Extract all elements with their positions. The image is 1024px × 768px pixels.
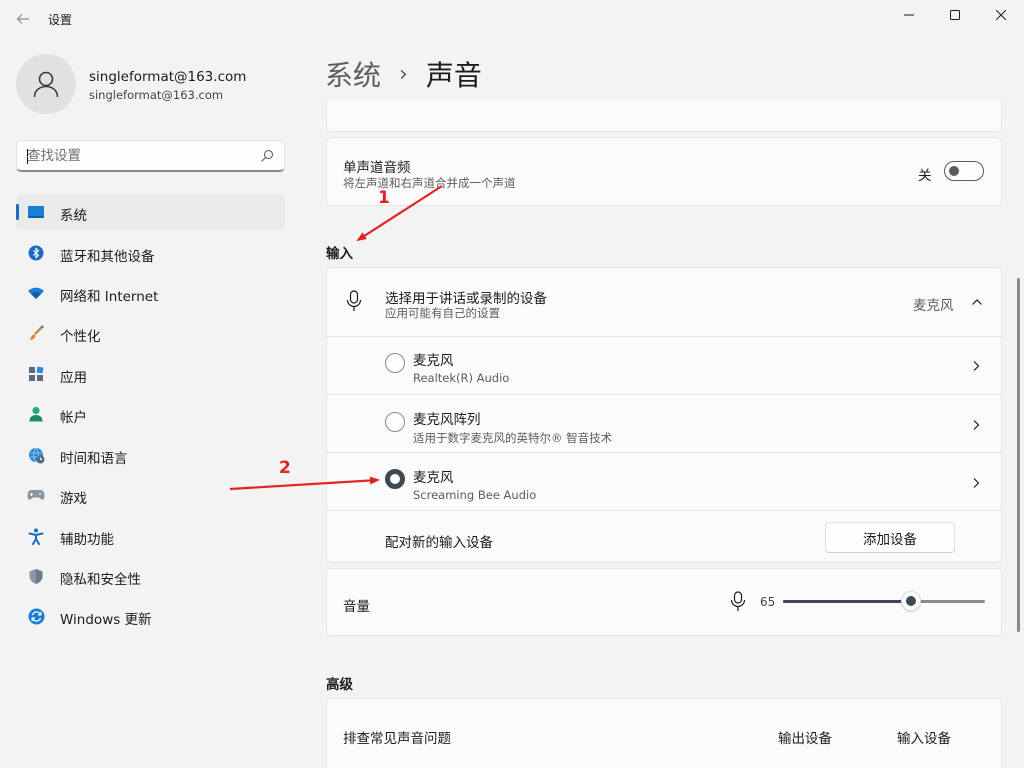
annotation-number-1: 1 (378, 188, 390, 208)
annotation-overlay (229, 185, 443, 491)
annotation-arrow-2 (229, 476, 380, 491)
annotation-arrow-1 (356, 185, 443, 242)
annotation-number-2: 2 (279, 458, 291, 478)
